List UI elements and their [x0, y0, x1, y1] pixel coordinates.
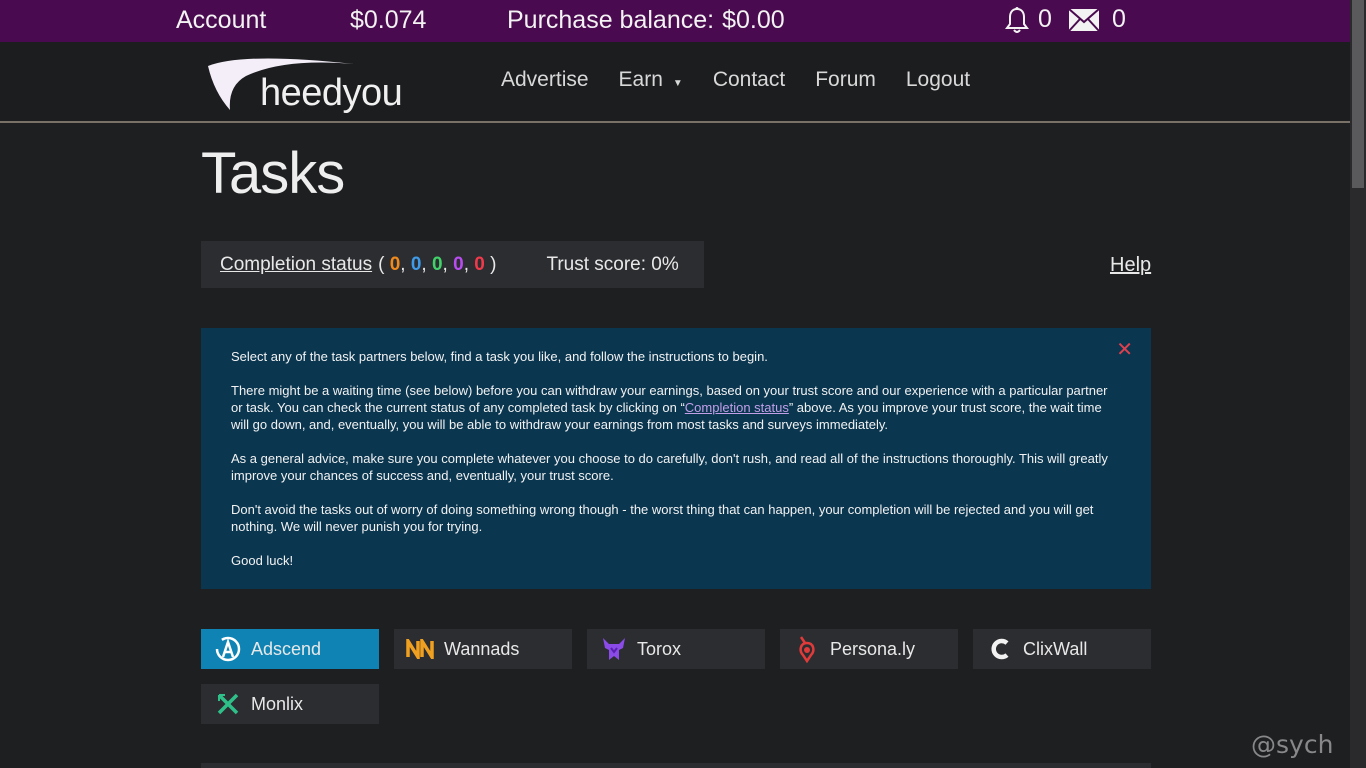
bell-icon [1005, 6, 1029, 33]
envelope-icon [1068, 7, 1100, 32]
partner-label: Torox [637, 638, 682, 659]
watermark: @sych [1251, 730, 1334, 759]
partner-personaly[interactable]: Persona.ly [780, 629, 958, 669]
count-orange: 0 [389, 253, 401, 275]
top-account-bar: Account $0.074 Purchase balance: $0.00 0… [0, 0, 1350, 42]
count-purple: 0 [453, 253, 464, 275]
nav-advertise-label: Advertise [501, 68, 589, 91]
torox-icon [599, 634, 629, 664]
heedyou-logo[interactable]: heedyou [204, 52, 403, 114]
help-link[interactable]: Help [1110, 254, 1151, 277]
page-title: Tasks [201, 141, 345, 206]
count-red: 0 [474, 253, 485, 275]
completion-counts: ( 0, 0, 0, 0, 0 ) [378, 253, 497, 275]
partner-label: ClixWall [1023, 638, 1088, 659]
partner-label: Monlix [251, 693, 304, 714]
next-section-edge [201, 763, 1151, 768]
partner-monlix[interactable]: Monlix [201, 684, 379, 724]
notifications-button[interactable]: 0 [1004, 5, 1052, 34]
info-paragraph-3: As a general advice, make sure you compl… [231, 451, 1108, 483]
nav-contact[interactable]: Contact [713, 68, 785, 92]
nav-logout-label: Logout [905, 68, 971, 91]
partner-label: Adscend [251, 638, 322, 659]
info-paragraph-2: There might be a waiting time (see below… [231, 382, 1121, 433]
partner-label: Persona.ly [830, 638, 916, 659]
notifications-count: 0 [1038, 5, 1052, 33]
count-green: 0 [431, 253, 443, 275]
partner-adscend[interactable]: Adscend [201, 629, 379, 669]
info-paragraph-5: Good luck! [231, 553, 294, 568]
account-link[interactable]: Account [176, 6, 266, 35]
partner-clixwall[interactable]: ClixWall [973, 629, 1151, 669]
wannads-icon [406, 634, 436, 664]
nav-forum[interactable]: Forum [815, 68, 876, 92]
trust-score: Trust score: 0% [546, 253, 679, 275]
scrollbar-thumb[interactable] [1352, 0, 1364, 188]
nav-earn-label: Earn [618, 68, 663, 91]
main-navbar: heedyou Advertise Earn ▼ Contact Forum Lo… [0, 42, 1350, 123]
nav-contact-label: Contact [712, 68, 786, 91]
purchase-balance-label: Purchase balance: [507, 6, 715, 34]
info-paragraph-4: Don't avoid the tasks out of worry of do… [231, 502, 1094, 534]
logo-text: heedyou [260, 72, 403, 114]
monlix-icon [213, 689, 243, 719]
nav-earn[interactable]: Earn ▼ [619, 68, 683, 92]
messages-button[interactable]: 0 [1068, 5, 1126, 34]
caret-down-icon: ▼ [672, 77, 683, 89]
personaly-icon [792, 634, 822, 664]
nav-forum-label: Forum [815, 68, 876, 91]
info-paragraph-1: Select any of the task partners below, f… [231, 349, 768, 364]
nav-advertise[interactable]: Advertise [501, 68, 589, 92]
completion-status-inline-link[interactable]: Completion status [685, 400, 789, 415]
partner-torox[interactable]: Torox [587, 629, 765, 669]
instructions-panel: ✕ Select any of the task partners below,… [201, 328, 1151, 589]
partner-label: Wannads [444, 638, 520, 659]
page-scrollbar[interactable] [1350, 0, 1366, 768]
count-blue: 0 [410, 253, 422, 275]
nav-logout[interactable]: Logout [906, 68, 970, 92]
clixwall-icon [985, 634, 1015, 664]
earnings-balance: $0.074 [350, 6, 427, 34]
partner-wannads[interactable]: Wannads [394, 629, 572, 669]
adscend-icon [213, 634, 243, 664]
close-icon[interactable]: ✕ [1116, 340, 1133, 360]
purchase-balance: Purchase balance: $0.00 [507, 6, 785, 35]
nav-menu: Advertise Earn ▼ Contact Forum Logout [501, 68, 1000, 92]
completion-status-link[interactable]: Completion status [220, 254, 372, 276]
completion-status-box: Completion status ( 0, 0, 0, 0, 0 ) Trus… [201, 241, 704, 288]
messages-count: 0 [1112, 5, 1126, 33]
purchase-balance-value: $0.00 [722, 6, 785, 34]
